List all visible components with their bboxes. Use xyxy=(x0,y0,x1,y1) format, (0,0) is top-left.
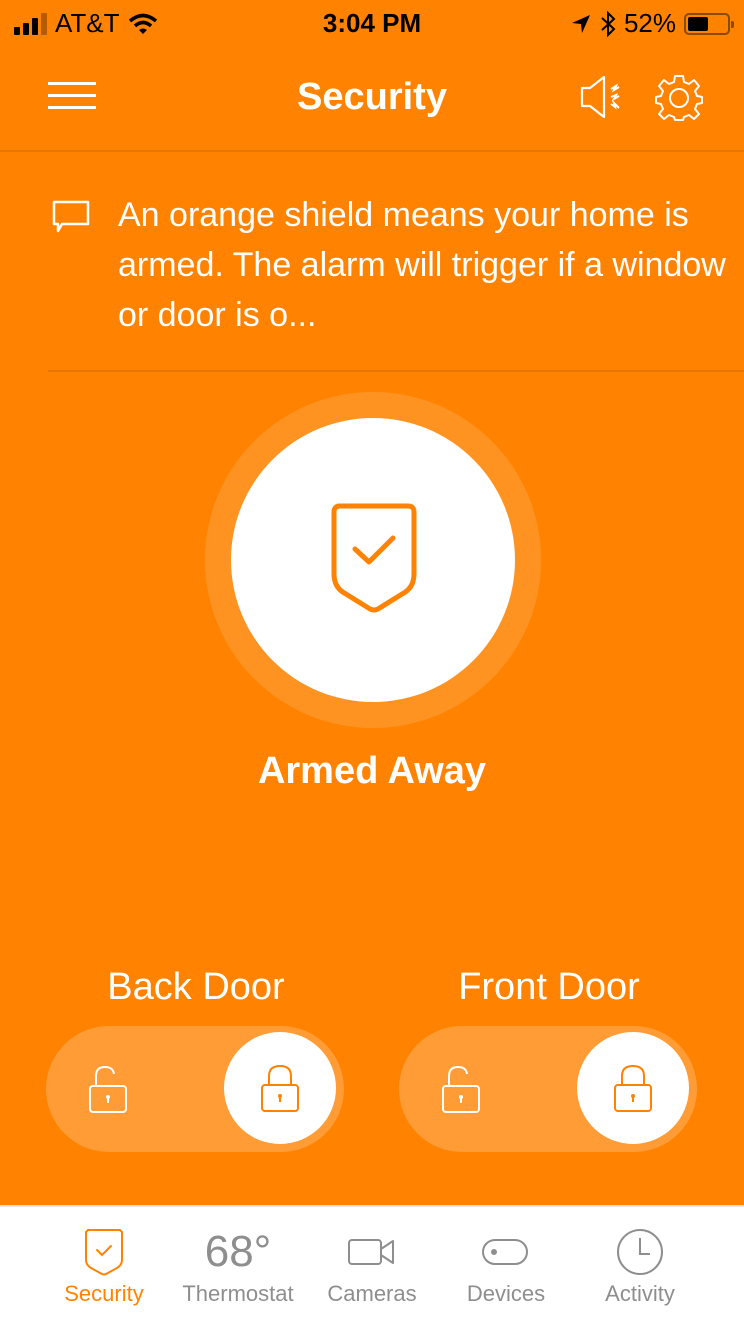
unlock-icon xyxy=(442,1065,480,1113)
battery-percent: 52% xyxy=(623,8,676,38)
tab-label: Cameras xyxy=(327,1281,417,1306)
tab-activity[interactable]: Activity xyxy=(570,1207,710,1323)
tab-label: Activity xyxy=(605,1281,675,1306)
lock-icon xyxy=(614,1064,652,1112)
shield-check-icon xyxy=(331,503,417,613)
tab-security[interactable]: Security xyxy=(34,1207,174,1323)
clock-icon xyxy=(617,1229,663,1275)
door-name: Front Door xyxy=(458,966,640,1008)
lock-icon xyxy=(261,1064,299,1112)
settings-button[interactable] xyxy=(654,72,704,122)
tab-label: Devices xyxy=(466,1281,546,1306)
lock-toggle-knob[interactable] xyxy=(577,1032,689,1144)
arm-status-label: Armed Away xyxy=(257,750,487,792)
door-name: Back Door xyxy=(107,966,285,1008)
door-back: Back Door xyxy=(46,966,346,1152)
unlock-icon xyxy=(89,1065,127,1113)
divider xyxy=(48,370,744,372)
tab-devices[interactable]: Devices xyxy=(436,1207,576,1323)
arm-button[interactable] xyxy=(231,418,515,702)
video-camera-icon xyxy=(348,1239,394,1265)
tab-label: Thermostat xyxy=(182,1281,294,1306)
location-arrow-icon xyxy=(571,14,590,33)
door-front: Front Door xyxy=(399,966,699,1152)
battery-icon xyxy=(684,12,734,35)
shield-check-icon xyxy=(85,1229,123,1276)
device-toggle-icon xyxy=(482,1239,528,1265)
gear-icon xyxy=(655,75,703,121)
status-right: 52% xyxy=(570,8,734,39)
nav-bar: Security xyxy=(0,50,744,152)
tab-bar: Security 68° Thermostat Cameras Devices xyxy=(0,1205,744,1323)
siren-button[interactable] xyxy=(578,74,630,120)
tab-thermostat[interactable]: 68° Thermostat xyxy=(168,1207,308,1323)
page-title: Security xyxy=(297,76,447,118)
lock-toggle-knob[interactable] xyxy=(224,1032,336,1144)
lock-toggle[interactable] xyxy=(46,1026,344,1152)
speaker-icon xyxy=(580,75,620,119)
battery-fill xyxy=(688,16,708,31)
info-message-text: An orange shield means your home is arme… xyxy=(118,196,726,334)
message-bubble-icon xyxy=(52,200,90,233)
status-bar: AT&T 3:04 PM 52% xyxy=(0,0,744,50)
bluetooth-icon xyxy=(601,10,616,37)
thermostat-temperature: 68° xyxy=(204,1227,272,1276)
lock-toggle[interactable] xyxy=(399,1026,697,1152)
tab-label: Security xyxy=(64,1281,144,1306)
tab-cameras[interactable]: Cameras xyxy=(302,1207,442,1323)
